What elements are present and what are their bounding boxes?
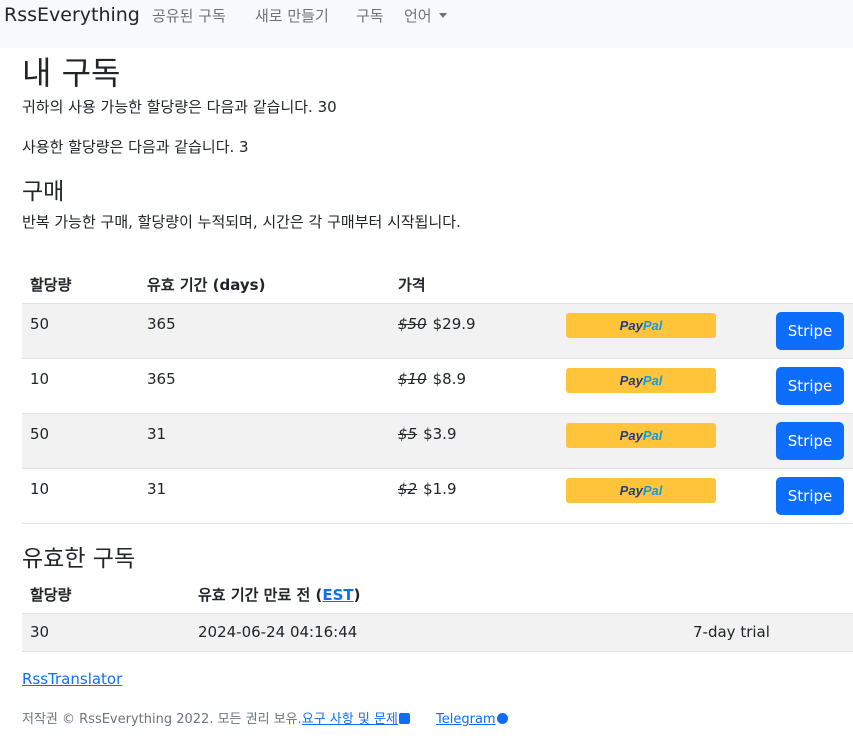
col-paypal	[558, 263, 768, 304]
price: $8.9	[432, 369, 467, 388]
nav-create-new[interactable]: 새로 만들기	[255, 5, 329, 26]
old-price: $2	[398, 479, 418, 498]
paypal-logo-pay: Pay	[619, 317, 643, 333]
page-title: 내 구독	[22, 54, 121, 92]
footer: 저작권 © RssEverything 2022. 모든 권리 보유.요구 사항…	[22, 708, 508, 727]
used-quota-text: 사용한 할당량은 다음과 같습니다. 3	[22, 138, 249, 156]
stripe-button[interactable]: Stripe	[776, 421, 844, 460]
purchase-heading: 구매	[22, 179, 65, 205]
col-quota: 할당량	[22, 263, 139, 304]
quota-cell: 30	[30, 622, 50, 641]
paypal-logo-pal: Pal	[642, 482, 663, 498]
paypal-logo-pal: Pal	[642, 372, 663, 388]
price-cell: $10 $8.9	[390, 358, 558, 413]
col-stripe	[768, 263, 853, 304]
navbar: RssEverything 공유된 구독 새로 만들기 구독 언어	[0, 0, 853, 48]
table-row: 50 31 $5 $3.9 PayPal Stripe	[22, 413, 853, 468]
price-cell: $2 $1.9	[390, 468, 558, 523]
stripe-button[interactable]: Stripe	[776, 476, 844, 515]
paypal-logo-pay: Pay	[619, 372, 643, 388]
price-cell: $50 $29.9	[390, 303, 558, 358]
paypal-logo-pay: Pay	[619, 482, 643, 498]
brand-link[interactable]: RssEverything	[4, 4, 140, 26]
telegram-link-label: Telegram	[436, 712, 496, 727]
est-timezone-link[interactable]: EST	[322, 586, 353, 604]
chevron-down-icon	[438, 13, 447, 18]
old-price: $50	[398, 314, 427, 333]
old-price: $5	[398, 424, 418, 443]
col-validity-days: 유효 기간 (days)	[139, 263, 390, 304]
table-row: 10 365 $10 $8.9 PayPal Stripe	[22, 358, 853, 413]
expiry-cell: 2024-06-24 04:16:44	[198, 622, 358, 641]
stripe-button[interactable]: Stripe	[776, 366, 844, 405]
days-cell: 365	[147, 314, 176, 333]
price: $29.9	[432, 314, 476, 333]
stripe-button[interactable]: Stripe	[776, 311, 844, 350]
purchase-table-header: 할당량 유효 기간 (days) 가격	[22, 263, 853, 304]
paypal-button[interactable]: PayPal	[566, 367, 716, 393]
price-cell: $5 $3.9	[390, 413, 558, 468]
language-label: 언어	[404, 7, 432, 25]
quota-cell: 10	[30, 479, 50, 498]
nav-subscriptions[interactable]: 구독	[356, 5, 384, 26]
col-expiry: 유효 기간 만료 전 (EST)	[190, 575, 685, 614]
paypal-logo-pal: Pal	[642, 317, 663, 333]
purchase-description: 반복 가능한 구매, 할당량이 누적되며, 시간은 각 구매부터 시작됩니다.	[22, 213, 461, 231]
paypal-button[interactable]: PayPal	[566, 312, 716, 338]
days-cell: 31	[147, 424, 167, 443]
table-row: 50 365 $50 $29.9 PayPal Stripe	[22, 303, 853, 358]
telegram-icon	[496, 713, 508, 724]
price: $3.9	[423, 424, 457, 443]
telegram-link[interactable]: Telegram	[436, 712, 508, 727]
nav-shared-subscriptions[interactable]: 공유된 구독	[152, 5, 226, 26]
nav-language-dropdown[interactable]: 언어	[404, 5, 447, 26]
available-quota-text: 귀하의 사용 가능한 할당량은 다음과 같습니다. 30	[22, 98, 337, 116]
paypal-logo-pal: Pal	[642, 427, 663, 443]
twitter-icon	[398, 713, 410, 724]
paypal-button[interactable]: PayPal	[566, 477, 716, 503]
price: $1.9	[423, 479, 457, 498]
days-cell: 31	[147, 479, 167, 498]
table-row: 10 31 $2 $1.9 PayPal Stripe	[22, 468, 853, 523]
quota-cell: 50	[30, 424, 50, 443]
table-row: 30 2024-06-24 04:16:44 7-day trial	[22, 613, 853, 651]
issues-link[interactable]: 요구 사항 및 문제	[302, 712, 410, 727]
col-expiry-prefix: 유효 기간 만료 전 (	[198, 586, 323, 604]
col-expiry-suffix: )	[353, 586, 361, 604]
paypal-logo-pay: Pay	[619, 427, 643, 443]
days-cell: 365	[147, 369, 176, 388]
old-price: $10	[398, 369, 427, 388]
purchase-table: 할당량 유효 기간 (days) 가격 50 365 $50 $29.9 PayP…	[22, 263, 853, 524]
copyright-text: 저작권 © RssEverything 2022. 모든 권리 보유.	[22, 712, 302, 727]
issues-link-label: 요구 사항 및 문제	[301, 712, 398, 727]
note-cell: 7-day trial	[693, 622, 770, 641]
active-subscriptions-heading: 유효한 구독	[22, 546, 136, 572]
quota-cell: 50	[30, 314, 50, 333]
paypal-button[interactable]: PayPal	[566, 422, 716, 448]
col-price: 가격	[390, 263, 558, 304]
active-table-header: 할당량 유효 기간 만료 전 (EST)	[22, 575, 853, 614]
quota-cell: 10	[30, 369, 50, 388]
active-subscriptions-table: 할당량 유효 기간 만료 전 (EST) 30 2024-06-24 04:16…	[22, 575, 853, 652]
rsstranslator-link[interactable]: RssTranslator	[22, 670, 122, 688]
col-quota: 할당량	[22, 575, 190, 614]
col-note	[685, 575, 853, 614]
